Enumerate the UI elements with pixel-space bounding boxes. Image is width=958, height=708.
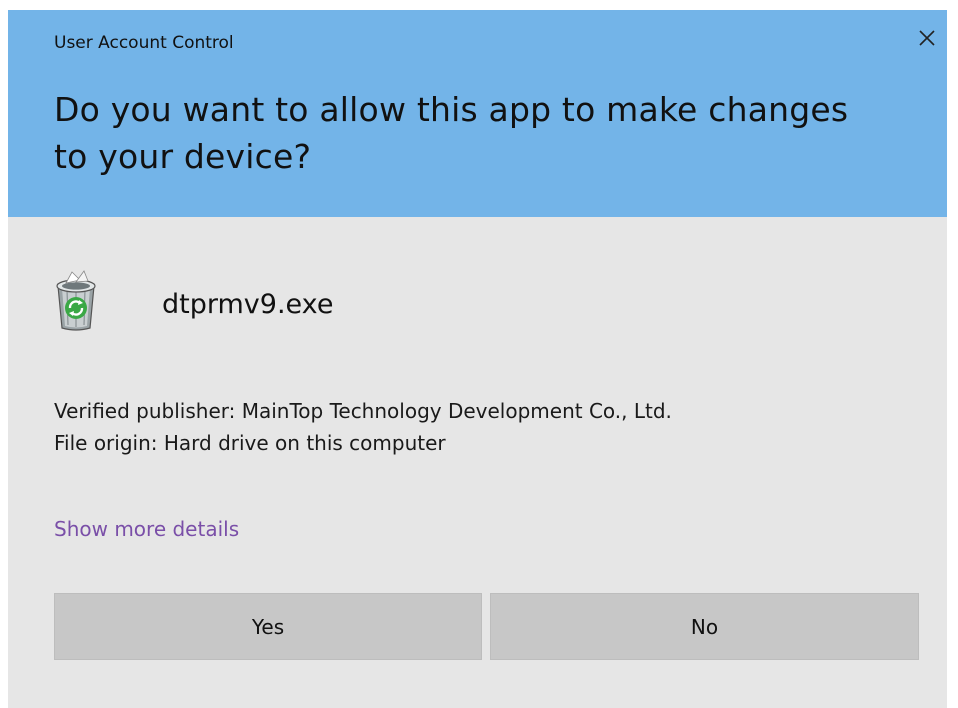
- close-icon: [919, 30, 935, 46]
- close-button[interactable]: [907, 20, 947, 56]
- uac-dialog: User Account Control Do you want to allo…: [8, 10, 947, 708]
- dialog-caption: User Account Control: [54, 33, 234, 53]
- recycle-bin-icon: [50, 268, 102, 332]
- app-name: dtprmv9.exe: [162, 289, 334, 320]
- dialog-title: Do you want to allow this app to make ch…: [54, 90, 849, 176]
- origin-line: File origin: Hard drive on this computer: [54, 431, 446, 455]
- no-button[interactable]: No: [490, 593, 919, 660]
- publisher-line: Verified publisher: MainTop Technology D…: [54, 399, 672, 423]
- publisher-info: Verified publisher: MainTop Technology D…: [54, 395, 672, 459]
- dialog-header: User Account Control Do you want to allo…: [8, 10, 947, 217]
- yes-button[interactable]: Yes: [54, 593, 482, 660]
- show-more-details-link[interactable]: Show more details: [54, 515, 239, 543]
